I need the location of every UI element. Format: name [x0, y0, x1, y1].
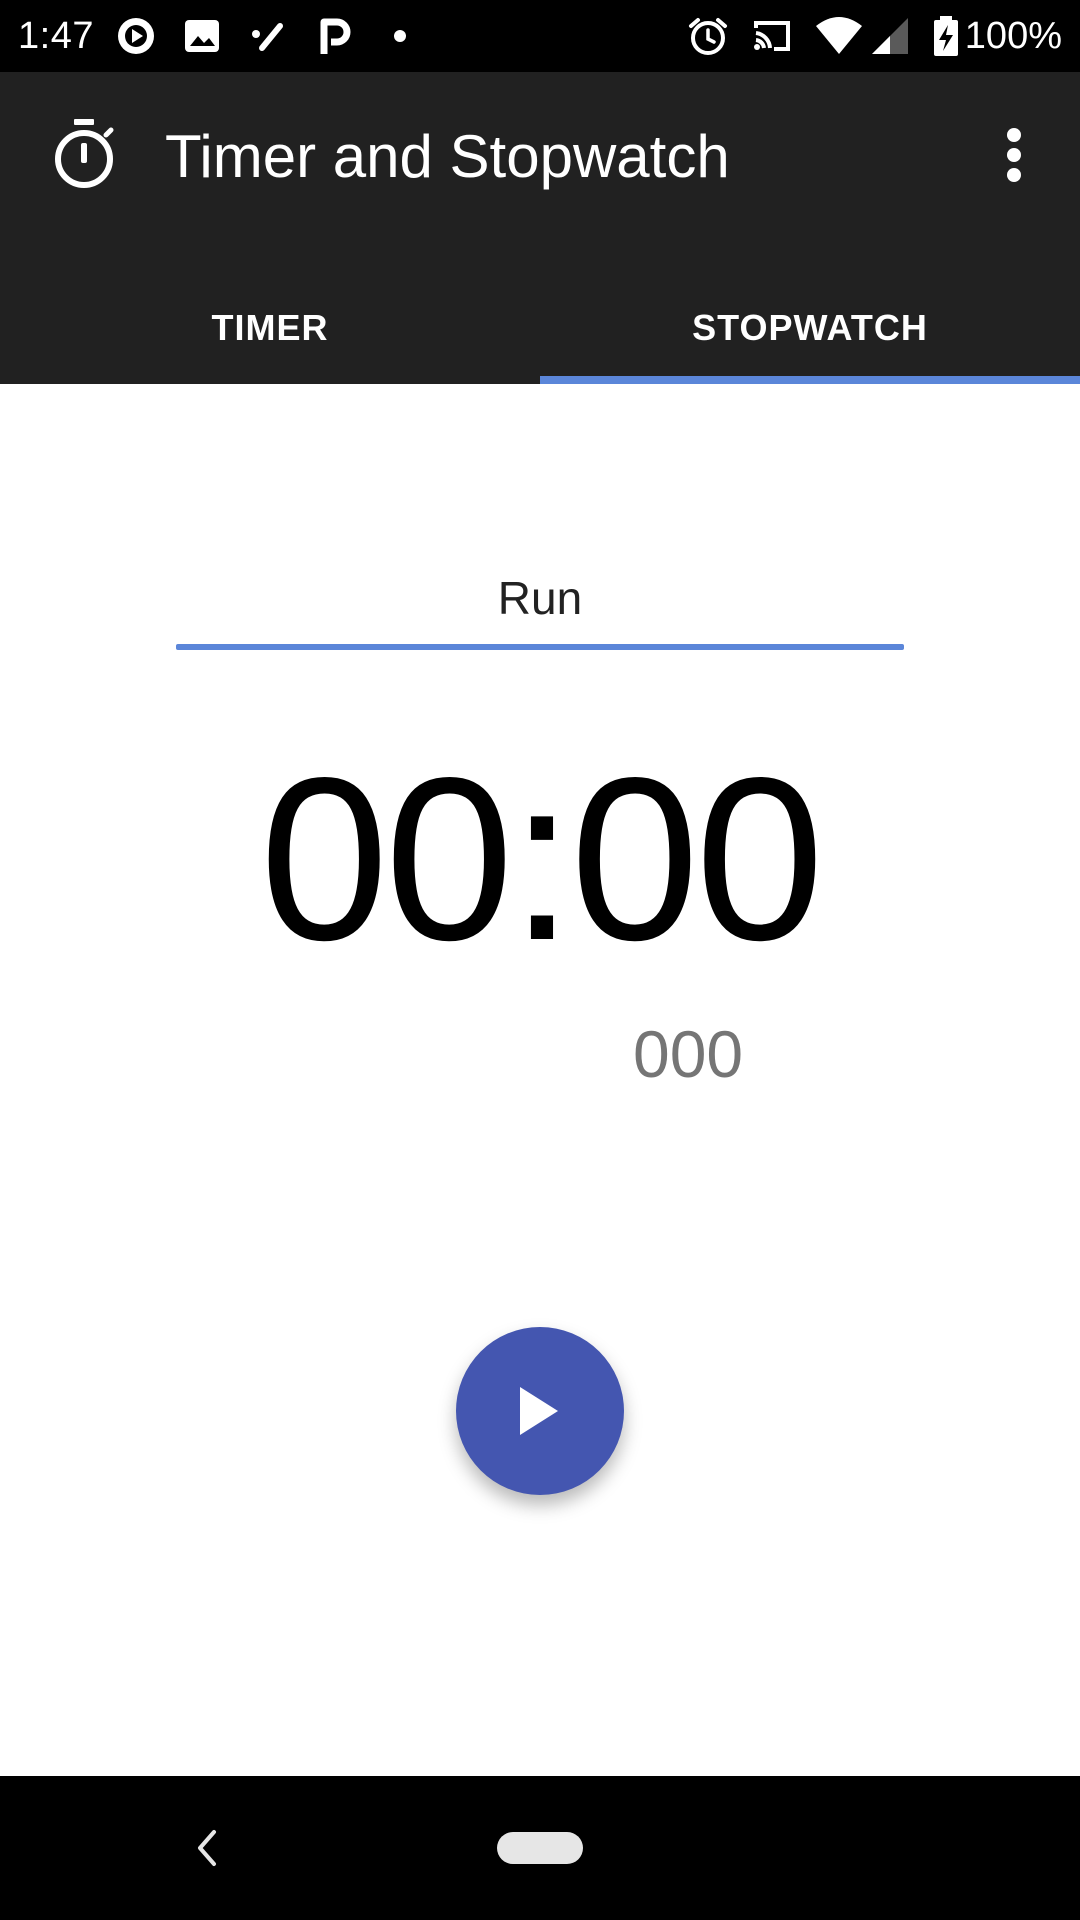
alarm-icon	[689, 18, 727, 55]
navigation-bar	[0, 1776, 1080, 1920]
stopwatch-time: 00:00	[259, 730, 825, 989]
wifi-icon	[816, 17, 862, 54]
dot-icon	[394, 30, 406, 42]
battery-charging-icon	[934, 16, 958, 56]
stopwatch-icon	[55, 119, 114, 188]
battery-percent: 100%	[964, 15, 1062, 57]
cast-icon	[754, 21, 790, 51]
play-icon	[520, 1387, 558, 1435]
signal-icon	[872, 18, 908, 54]
menu-dot	[1007, 148, 1021, 162]
app-bar: Timer and Stopwatch TIMER STOPWATCH	[0, 72, 1080, 384]
overflow-menu-button[interactable]	[993, 122, 1035, 188]
stopwatch-label-field[interactable]: Run	[176, 552, 904, 652]
tab-indicator	[540, 376, 1080, 384]
image-icon	[185, 20, 219, 52]
status-time: 1:47	[18, 15, 94, 57]
stopwatch-label-text[interactable]: Run	[176, 568, 904, 628]
home-pill-icon[interactable]	[497, 1832, 583, 1864]
back-icon[interactable]	[190, 1822, 222, 1874]
tab-stopwatch[interactable]: STOPWATCH	[540, 272, 1080, 384]
pen-icon	[252, 23, 283, 51]
tab-timer[interactable]: TIMER	[0, 272, 540, 384]
play-circle-icon	[118, 18, 154, 54]
app-title: Timer and Stopwatch	[165, 123, 730, 190]
start-button[interactable]	[456, 1327, 624, 1495]
label-underline	[176, 644, 904, 650]
menu-dot	[1007, 128, 1021, 142]
parking-icon	[320, 18, 351, 54]
menu-dot	[1007, 168, 1021, 182]
stopwatch-milliseconds: 000	[633, 1017, 744, 1091]
status-bar: 1:47 100%	[0, 0, 1080, 72]
